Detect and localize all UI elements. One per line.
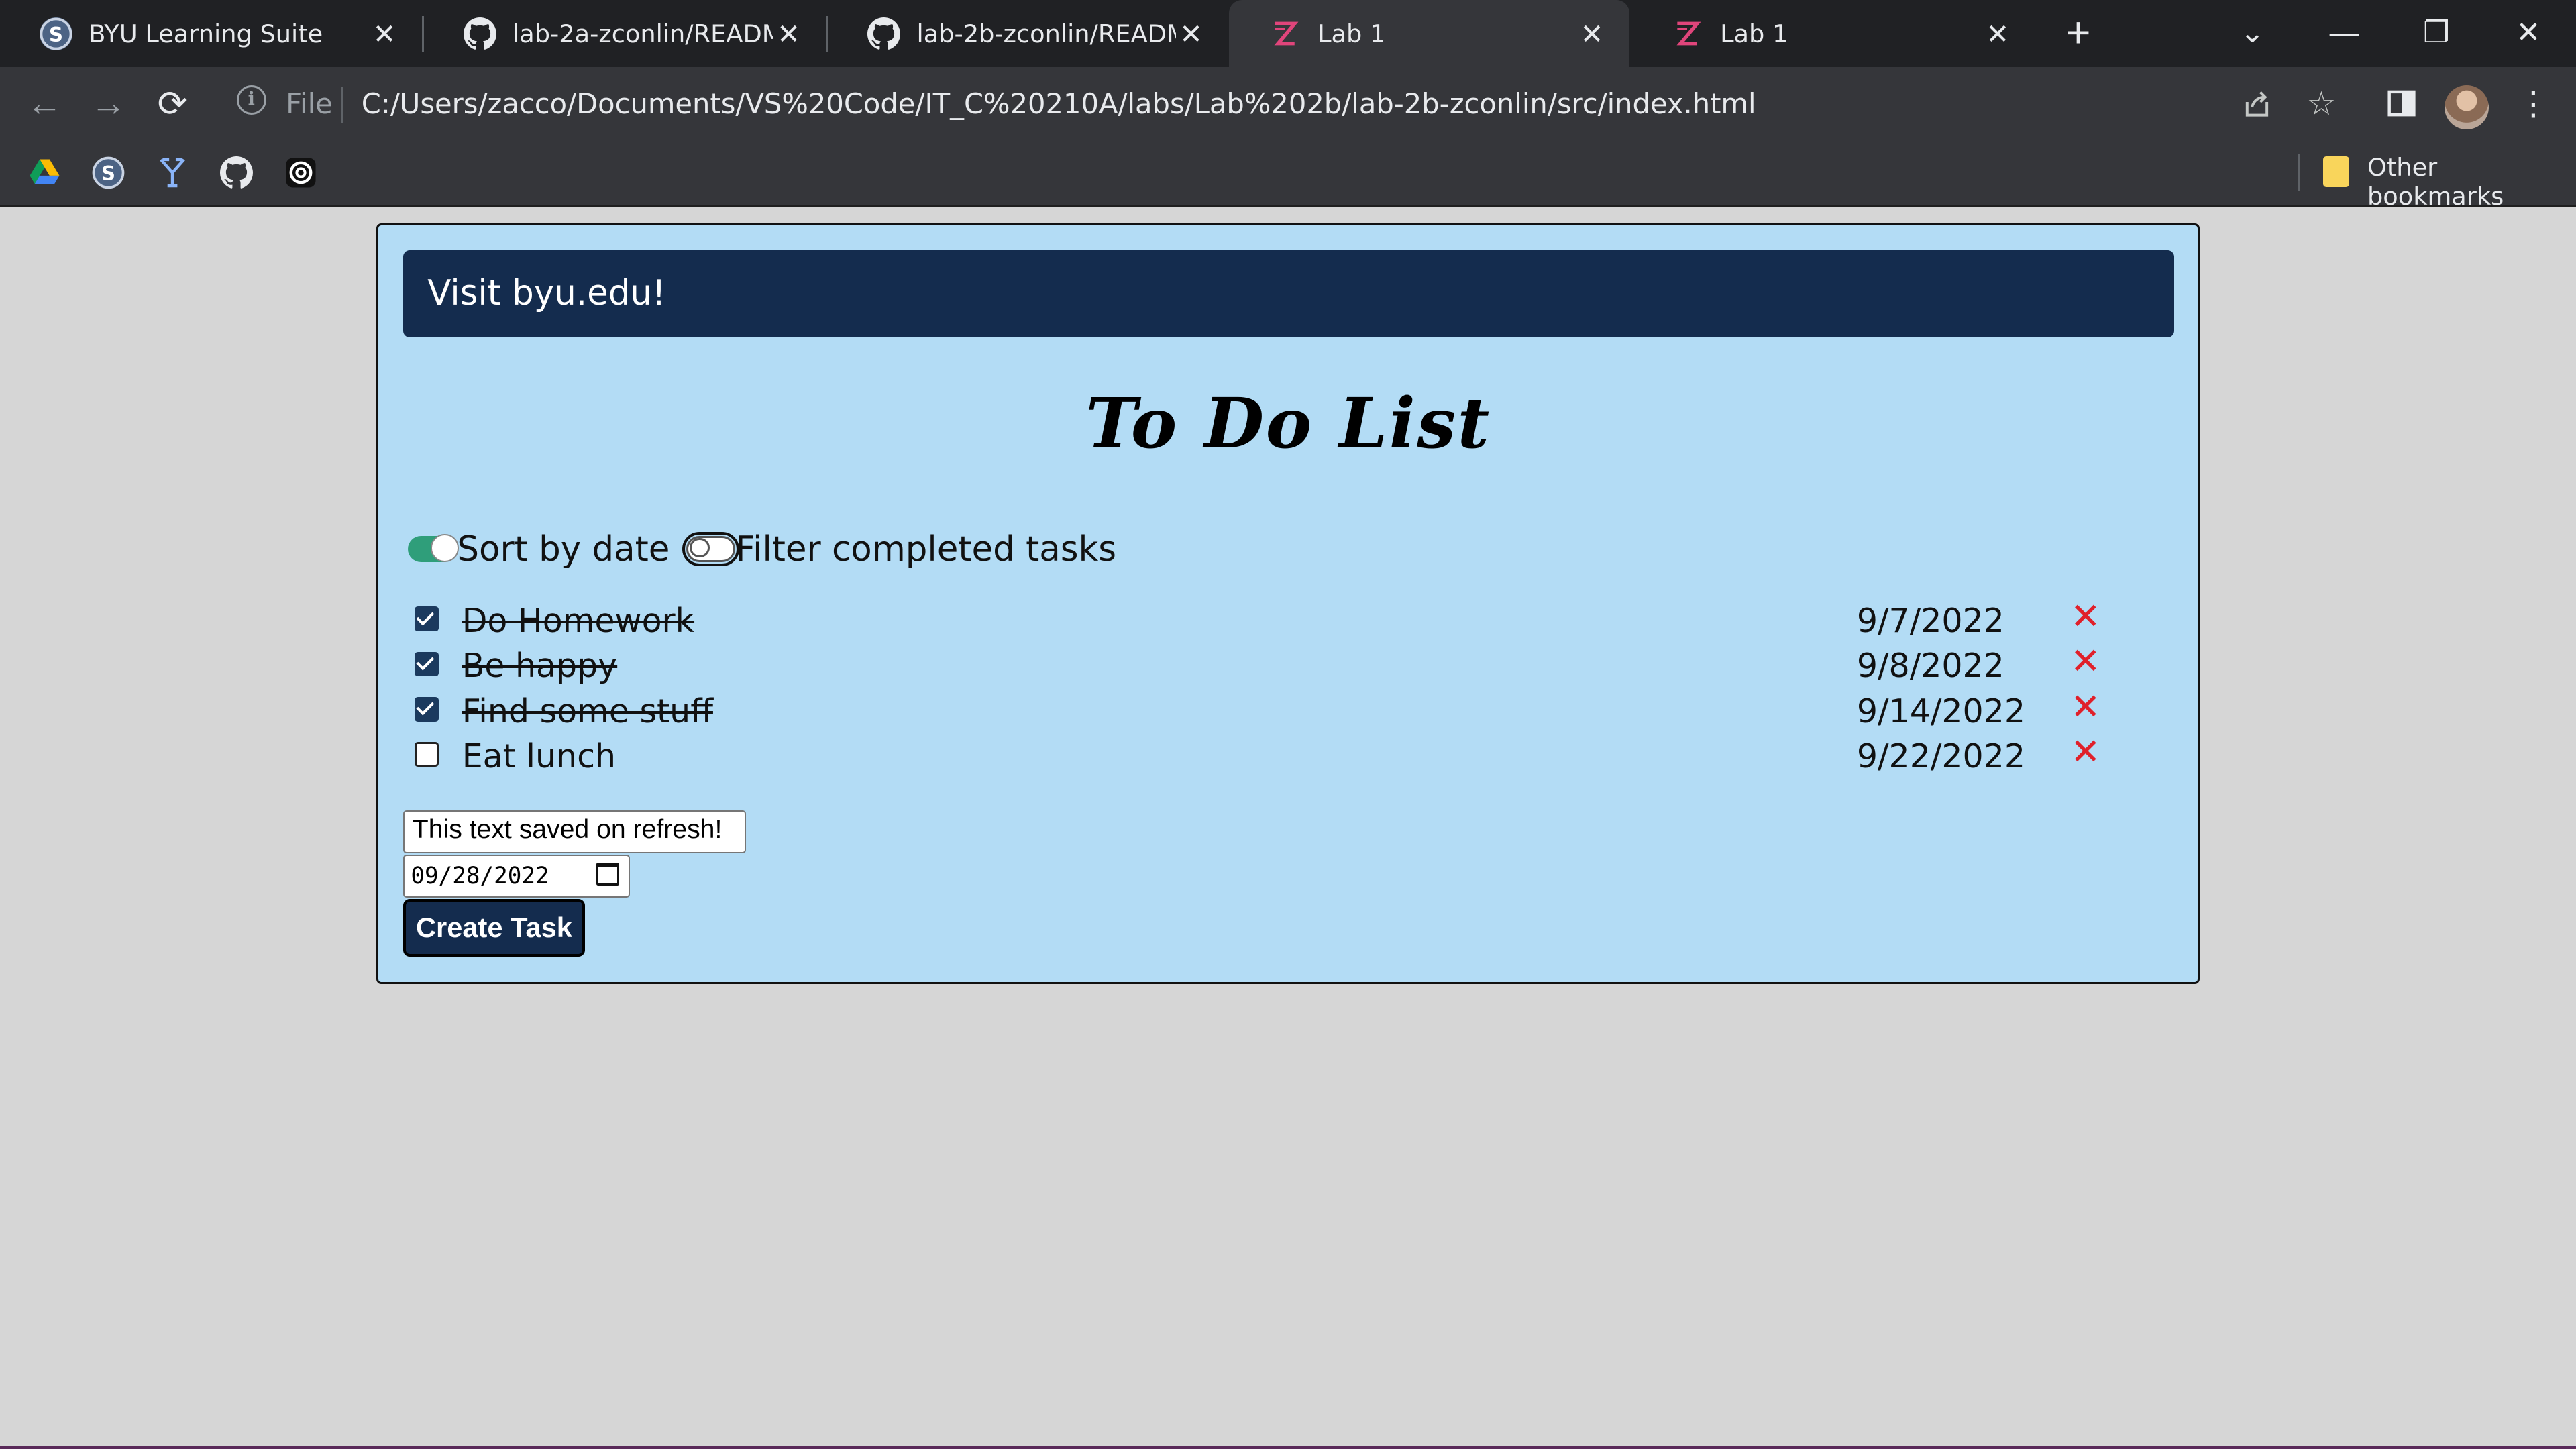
tab-0[interactable]: S BYU Learning Suite ✕ xyxy=(0,0,422,67)
task-name: Be happy xyxy=(462,647,618,686)
tab-4[interactable]: Lab 1 ✕ xyxy=(1631,0,2035,67)
tab-title: Lab 1 xyxy=(1318,19,1386,48)
toggle-knob xyxy=(690,537,710,558)
close-window-button[interactable]: ✕ xyxy=(2482,0,2574,66)
tab-strip: S BYU Learning Suite ✕ lab-2a-zconlin/RE… xyxy=(0,0,2576,68)
page-title: To Do List xyxy=(1085,383,1491,465)
tab-close-icon[interactable]: ✕ xyxy=(773,17,803,50)
bookmark-star-icon[interactable]: ☆ xyxy=(2295,67,2347,140)
github-icon xyxy=(867,17,901,50)
address-divider xyxy=(341,87,343,123)
task-date: 9/14/2022 xyxy=(1856,692,2025,731)
spiral-logo-icon[interactable] xyxy=(281,153,321,193)
tab-close-icon[interactable]: ✕ xyxy=(370,17,399,50)
learning-suite-icon: S xyxy=(39,17,72,50)
task-checkbox[interactable] xyxy=(414,651,439,677)
task-list: Do Homework 9/7/2022 ✕ Be happy 9/8/2022… xyxy=(411,595,2169,780)
delete-task-icon[interactable]: ✕ xyxy=(2070,640,2100,682)
task-date: 9/7/2022 xyxy=(1856,601,2004,640)
tab-close-icon[interactable]: ✕ xyxy=(1176,17,1205,50)
task-text-input[interactable]: This text saved on refresh! xyxy=(402,810,747,853)
z-logo-icon xyxy=(1671,17,1704,50)
folder-icon xyxy=(2322,156,2350,188)
tab-close-icon[interactable]: ✕ xyxy=(1577,17,1607,50)
tab-title: Lab 1 xyxy=(1720,19,1788,48)
sort-by-date-toggle[interactable] xyxy=(407,534,459,563)
task-checkbox[interactable] xyxy=(414,606,439,631)
bookmarks-bar: S Other bookmarks xyxy=(0,140,2576,211)
todo-card: Visit byu.edu! To Do List Sort by date F… xyxy=(376,223,2200,984)
filter-completed-label: Filter completed tasks xyxy=(735,529,1117,570)
browser-toolbar: ← → ⟳ i File C:/Users/zacco/Documents/VS… xyxy=(0,67,2576,140)
date-value: 09/28/2022 xyxy=(411,862,549,890)
byu-banner-link[interactable]: Visit byu.edu! xyxy=(402,250,2174,337)
forward-arrow-icon[interactable]: → xyxy=(80,67,136,140)
reload-icon[interactable]: ⟳ xyxy=(145,67,201,140)
tab-3-active[interactable]: Lab 1 ✕ xyxy=(1228,0,1630,68)
tab-close-icon[interactable]: ✕ xyxy=(1983,17,2012,50)
tab-title: BYU Learning Suite xyxy=(89,19,323,48)
scheme-label: File xyxy=(286,87,333,120)
tab-title: lab-2a-zconlin/README.md xyxy=(513,19,773,48)
google-drive-icon[interactable] xyxy=(25,153,64,193)
back-arrow-icon[interactable]: ← xyxy=(16,67,72,140)
task-date-input[interactable]: 09/28/2022 xyxy=(402,855,630,898)
taskbar-edge xyxy=(0,1446,2576,1449)
toggle-row: Sort by date Filter completed tasks xyxy=(407,525,1117,574)
address-bar[interactable]: i File C:/Users/zacco/Documents/VS%20Cod… xyxy=(223,74,2382,133)
svg-text:S: S xyxy=(101,162,115,184)
svg-text:S: S xyxy=(49,23,63,46)
side-panel-icon[interactable] xyxy=(2375,67,2428,140)
other-bookmarks[interactable]: Other bookmarks xyxy=(2367,153,2576,211)
learning-suite-icon[interactable]: S xyxy=(89,153,128,193)
tab-search-chevron-icon[interactable]: ⌄ xyxy=(2206,0,2298,66)
task-name: Find some stuff xyxy=(462,692,713,731)
task-checkbox[interactable] xyxy=(414,742,439,767)
filter-completed-toggle[interactable] xyxy=(682,531,740,567)
delete-task-icon[interactable]: ✕ xyxy=(2070,595,2100,637)
task-date: 9/22/2022 xyxy=(1856,737,2025,775)
site-info-icon[interactable]: i xyxy=(236,85,266,115)
task-date: 9/8/2022 xyxy=(1856,647,2004,686)
calendar-icon[interactable] xyxy=(596,862,620,886)
bookmarks-divider xyxy=(2298,154,2300,191)
url-text[interactable]: C:/Users/zacco/Documents/VS%20Code/IT_C%… xyxy=(362,87,1756,120)
task-row: Eat lunch 9/22/2022 ✕ xyxy=(411,731,2169,780)
task-row: Be happy 9/8/2022 ✕ xyxy=(411,640,2169,690)
toggle-knob xyxy=(431,534,459,563)
restore-button[interactable]: ❐ xyxy=(2390,0,2482,66)
delete-task-icon[interactable]: ✕ xyxy=(2070,731,2100,773)
delete-task-icon[interactable]: ✕ xyxy=(2070,686,2100,728)
sort-by-date-label: Sort by date xyxy=(457,529,670,570)
tab-title: lab-2b-zconlin/README.md xyxy=(916,19,1177,48)
task-name: Do Homework xyxy=(462,601,695,640)
create-task-button[interactable]: Create Task xyxy=(402,899,586,957)
y-logo-icon[interactable] xyxy=(153,153,193,193)
task-name: Eat lunch xyxy=(462,737,616,775)
task-checkbox[interactable] xyxy=(414,696,439,722)
github-icon xyxy=(463,17,496,50)
github-icon[interactable] xyxy=(217,153,256,193)
more-menu-icon[interactable]: ⋮ xyxy=(2507,67,2559,140)
task-row: Do Homework 9/7/2022 ✕ xyxy=(411,595,2169,645)
z-logo-icon xyxy=(1269,17,1301,50)
tab-1[interactable]: lab-2a-zconlin/README.md ✕ xyxy=(424,0,826,67)
task-row: Find some stuff 9/14/2022 ✕ xyxy=(411,686,2169,735)
share-icon[interactable] xyxy=(2231,67,2284,140)
new-tab-button[interactable]: + xyxy=(2052,8,2104,60)
minimize-button[interactable]: — xyxy=(2298,0,2390,66)
tab-2[interactable]: lab-2b-zconlin/README.md ✕ xyxy=(828,0,1229,67)
